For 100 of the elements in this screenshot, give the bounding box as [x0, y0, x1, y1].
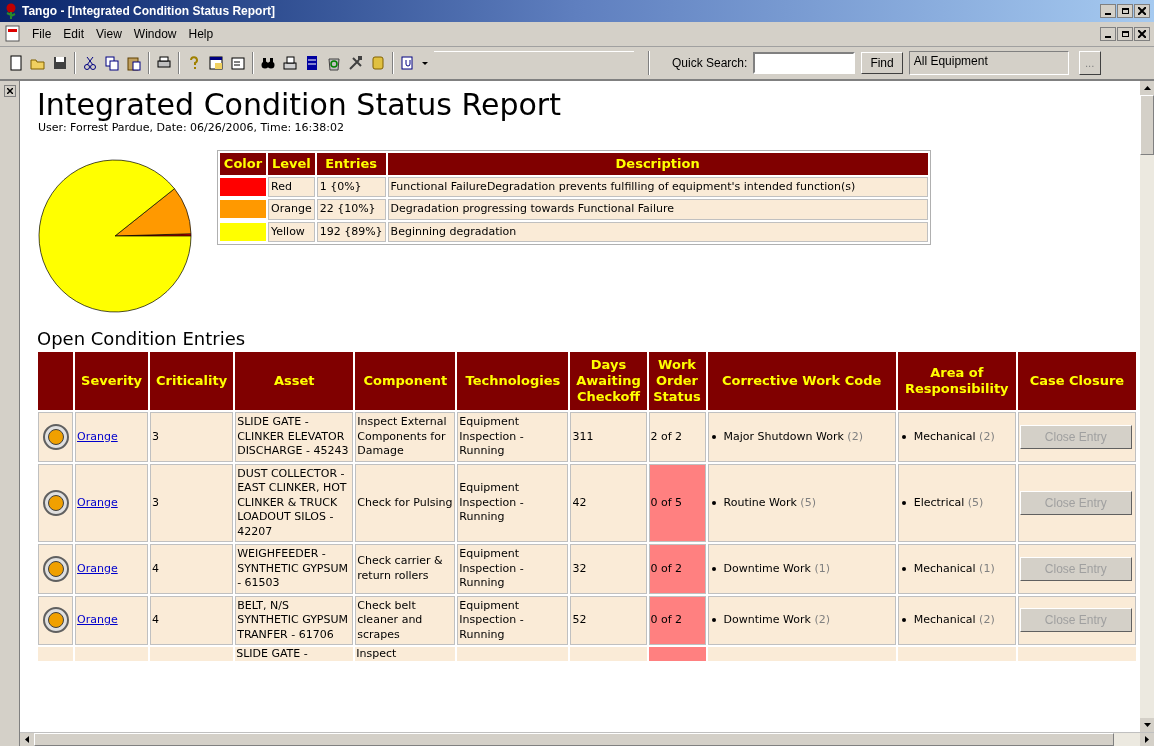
column-header: Work Order Status [648, 352, 706, 410]
restore-button[interactable] [1117, 27, 1133, 41]
left-arrow-icon [25, 736, 29, 743]
menu-item[interactable]: Help [182, 25, 220, 43]
table-cell: 311 [570, 412, 647, 462]
menu-item[interactable]: File [26, 25, 58, 43]
save-icon[interactable] [52, 55, 68, 71]
table-cell: Orange [268, 199, 315, 220]
table-cell: BELT, N/S SYNTHETIC GYPSUM TRANFER - 61706 [235, 595, 354, 645]
table-cell: DUST COLLECTOR - EAST CLINKER, HOT CLINKER & TRUCK LOADOUT SILOS - 42207 [235, 463, 354, 542]
status-cell: 2 of 2 [648, 412, 706, 462]
window-title: Tango - [Integrated Condition Status Report] [22, 3, 276, 20]
severity-icon [42, 489, 69, 516]
recycle-bin-icon[interactable] [326, 55, 342, 71]
bullet-icon [711, 618, 716, 623]
work-code-item: Downtime Work (1) [723, 561, 830, 576]
close-pane-button[interactable] [3, 85, 16, 97]
printer-icon[interactable] [156, 55, 172, 71]
bullet-icon [711, 566, 716, 571]
status-cell: 0 of 2 [648, 595, 706, 645]
area-item: Mechanical (2) [913, 429, 995, 444]
scroll-down-button[interactable] [1140, 718, 1154, 732]
bullet-icon [901, 500, 906, 505]
column-header: Technologies [457, 352, 569, 410]
column-header: Asset [235, 352, 354, 410]
rose-icon [4, 3, 18, 19]
table-cell: 3 [150, 412, 234, 462]
close-icon [1138, 7, 1146, 15]
scroll-right-button[interactable] [1140, 733, 1154, 746]
severity-icon [42, 607, 69, 634]
menu-item[interactable]: Edit [57, 25, 91, 43]
caret-icon[interactable] [422, 61, 428, 65]
section-heading: Open Condition Entries [37, 328, 247, 350]
table-cell: Inspect External Components for Damage [355, 412, 456, 462]
window-icon[interactable] [208, 55, 224, 71]
table-cell: Check carrier & return rollers [355, 544, 456, 594]
column-header: Entries [316, 153, 386, 175]
column-header: Severity [75, 352, 149, 410]
tools-icon[interactable] [348, 55, 364, 71]
severity-link[interactable]: Orange [77, 429, 118, 443]
work-code-item: Routine Work (5) [723, 495, 816, 510]
area-item: Electrical (5) [913, 495, 984, 510]
close-button[interactable] [1134, 4, 1150, 18]
status-cell: 0 of 5 [648, 463, 706, 542]
bullet-icon [901, 566, 906, 571]
server-icon[interactable] [304, 55, 320, 71]
table-cell: Equipment Inspection - Running [457, 595, 569, 645]
minimize-button[interactable] [1100, 27, 1116, 41]
binoculars-icon[interactable] [260, 55, 276, 71]
new-file-icon[interactable] [8, 55, 24, 71]
work-code-item: Major Shutdown Work (2) [723, 429, 863, 444]
table-cell: 52 [570, 595, 647, 645]
bullet-icon [901, 434, 906, 439]
table-cell: 4 [150, 544, 234, 594]
table-cell: Functional FailureDegradation prevents fulfilling of equipment's intended function(s) [387, 176, 928, 197]
column-header: Area of Responsibility [897, 352, 1016, 410]
table-cell: Red [268, 176, 315, 197]
scroll-left-button[interactable] [20, 733, 34, 746]
table-cell: Inspect [355, 647, 456, 661]
close-icon [6, 88, 13, 94]
copy-icon[interactable] [104, 55, 120, 71]
table-cell: Check for Pulsing [355, 463, 456, 542]
document-icon [4, 25, 22, 43]
down-arrow-icon [1143, 723, 1151, 727]
menu-item[interactable]: View [90, 25, 128, 43]
menu-item[interactable]: Window [127, 25, 183, 43]
properties-icon[interactable] [230, 55, 246, 71]
column-header: Case Closure [1017, 352, 1136, 410]
close-button[interactable] [1134, 27, 1150, 41]
column-header: Description [387, 153, 928, 175]
table-cell: Beginning degradation [387, 221, 928, 242]
column-header: Component [355, 352, 456, 410]
quick-search-label: Quick Search: [672, 55, 748, 72]
find-button[interactable]: Find [861, 52, 903, 74]
severity-link[interactable]: Orange [77, 613, 118, 626]
scroll-thumb[interactable] [1140, 95, 1154, 155]
paste-icon[interactable] [126, 55, 142, 71]
table-cell: 32 [570, 544, 647, 594]
column-header: Level [268, 153, 315, 175]
scroll-up-button[interactable] [1140, 81, 1154, 95]
table-cell: Equipment Inspection - Running [457, 463, 569, 542]
minimize-button[interactable] [1100, 4, 1116, 18]
severity-link[interactable]: Orange [77, 561, 118, 575]
table-cell: SLIDE GATE - [235, 647, 354, 661]
close-icon [1138, 30, 1146, 38]
up-arrow-icon [1143, 86, 1151, 90]
table-cell: 4 [150, 595, 234, 645]
bullet-icon [711, 500, 716, 505]
quick-search-field[interactable] [753, 52, 856, 74]
table-cell: Equipment Inspection - Running [457, 412, 569, 462]
area-item: Mechanical (1) [913, 561, 995, 576]
cut-icon[interactable] [82, 55, 98, 71]
report-subtitle: User: Forrest Pardue, Date: 06/26/2006, Time: 16:38:02 [38, 121, 345, 134]
horizontal-scroll-thumb[interactable] [34, 733, 1114, 746]
restore-button[interactable] [1117, 4, 1133, 18]
table-cell: Check belt cleaner and scrapes [355, 595, 456, 645]
table-cell: 1 {0%} [316, 176, 386, 197]
scope-field[interactable]: All Equipment [908, 51, 1069, 75]
column-header: Corrective Work Code [707, 352, 896, 410]
severity-link[interactable]: Orange [77, 495, 118, 509]
